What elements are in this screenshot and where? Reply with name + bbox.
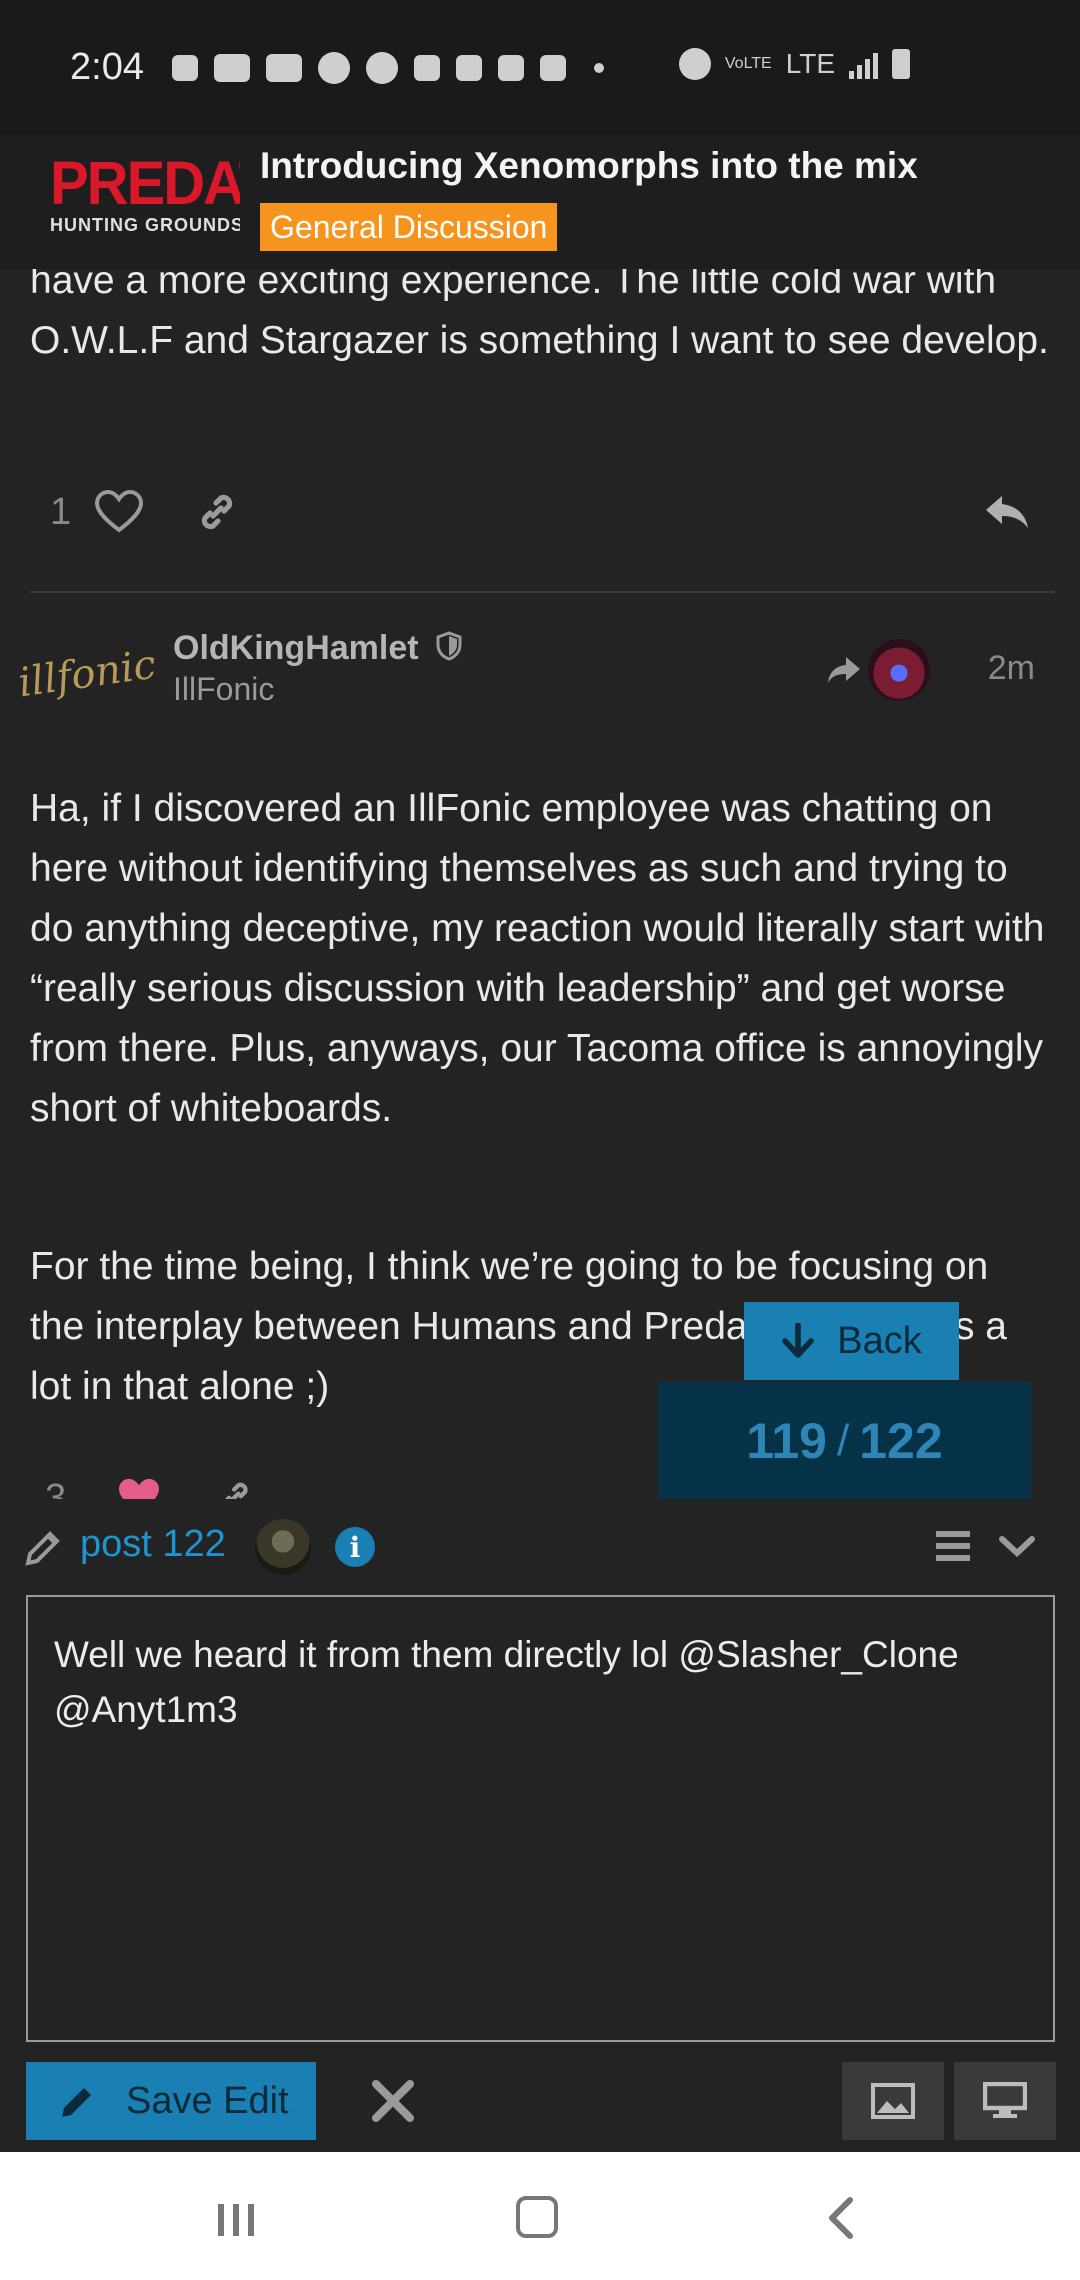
signal-icon [849, 49, 878, 79]
reply-icon[interactable] [979, 484, 1035, 540]
reply-arrow-icon [828, 657, 860, 683]
arrow-down-icon [782, 1323, 815, 1358]
post-actions: 3 [45, 1477, 258, 1499]
category-badge[interactable]: General Discussion [260, 203, 558, 251]
image-icon [871, 2083, 915, 2119]
pinterest-icon [365, 51, 398, 84]
tiktok-icon [171, 54, 198, 81]
progress-current: 119 [746, 1412, 827, 1469]
user-title: IllFonic [173, 671, 275, 707]
progress-total: 122 [859, 1412, 943, 1469]
progress-separator: / [837, 1415, 850, 1465]
youtube-icon [265, 53, 302, 82]
more-notifications-icon [593, 62, 604, 73]
youtube-icon [213, 53, 250, 82]
post-header: illfonic OldKingHamlet IllFonic 2m [16, 619, 1060, 719]
previous-post-text: have a more exciting experience. The lit… [30, 269, 1049, 362]
home-icon[interactable] [516, 2196, 558, 2238]
previous-post-actions: 1 [30, 477, 1055, 547]
system-icons: VoLTE LTE [678, 48, 910, 80]
composer-header: post 122 i [0, 1499, 1080, 1594]
back-nav-icon[interactable] [826, 2196, 856, 2245]
save-edit-label: Save Edit [126, 2079, 289, 2122]
menu-icon[interactable] [934, 1529, 972, 1568]
close-icon[interactable] [370, 2078, 416, 2129]
avatar-text: illfonic [15, 641, 160, 707]
composer-textarea[interactable]: Well we heard it from them directly lol … [26, 1595, 1055, 2042]
avatar[interactable]: illfonic [16, 629, 159, 719]
topic-progress[interactable]: 119 / 122 [658, 1382, 1031, 1499]
moderator-shield-icon [436, 630, 462, 670]
system-navigation-bar [0, 2152, 1080, 2280]
status-bar: 2:04 VoLTE LTE [0, 0, 1080, 135]
gmail-icon [539, 54, 566, 81]
status-time: 2:04 [70, 46, 144, 88]
battery-icon [892, 49, 910, 79]
pinterest-icon [317, 51, 350, 84]
back-button[interactable]: Back [744, 1302, 959, 1380]
notification-icon [413, 54, 440, 81]
reply-to-avatar[interactable] [868, 639, 930, 701]
save-edit-button[interactable]: Save Edit [26, 2062, 316, 2140]
reply-to-indicator[interactable] [826, 639, 930, 701]
post-divider [30, 591, 1055, 593]
toggle-preview-button[interactable] [954, 2062, 1056, 2140]
app-icon [497, 54, 524, 81]
alarm-icon [678, 48, 711, 80]
recent-apps-icon[interactable] [214, 2200, 258, 2245]
topic-header: PREDATOR HUNTING GROUNDS Introducing Xen… [0, 135, 1080, 269]
link-icon[interactable] [189, 484, 245, 540]
notification-icons [171, 51, 616, 84]
username-text: OldKingHamlet [173, 629, 419, 667]
volte-label: VoLTE [724, 55, 772, 72]
site-logo[interactable]: PREDATOR HUNTING GROUNDS [50, 153, 240, 245]
post-paragraph: Ha, if I discovered an IllFonic employee… [30, 787, 1045, 1130]
topic-title[interactable]: Introducing Xenomorphs into the mix [260, 145, 918, 187]
logo-subtitle: HUNTING GROUNDS [50, 215, 240, 235]
desktop-icon [983, 2082, 1027, 2118]
heart-filled-icon [119, 1478, 160, 1499]
pencil-icon [62, 2088, 91, 2117]
voicemail-icon [455, 54, 482, 81]
post-date[interactable]: 2m [988, 649, 1035, 688]
link-icon [225, 1482, 248, 1499]
username[interactable]: OldKingHamlet [173, 629, 462, 670]
info-icon[interactable]: i [335, 1527, 375, 1567]
pencil-icon [24, 1527, 64, 1572]
heart-icon[interactable] [91, 484, 147, 540]
logo-wordmark: PREDATOR [50, 153, 240, 215]
network-type: LTE [785, 48, 835, 79]
like-count[interactable]: 3 [45, 1477, 66, 1499]
upload-image-button[interactable] [842, 2062, 944, 2140]
avatar[interactable] [255, 1519, 311, 1575]
back-label: Back [837, 1319, 922, 1362]
edit-post-link[interactable]: post 122 [80, 1523, 226, 1566]
like-count[interactable]: 1 [50, 491, 71, 534]
chevron-down-icon[interactable] [998, 1529, 1036, 1568]
